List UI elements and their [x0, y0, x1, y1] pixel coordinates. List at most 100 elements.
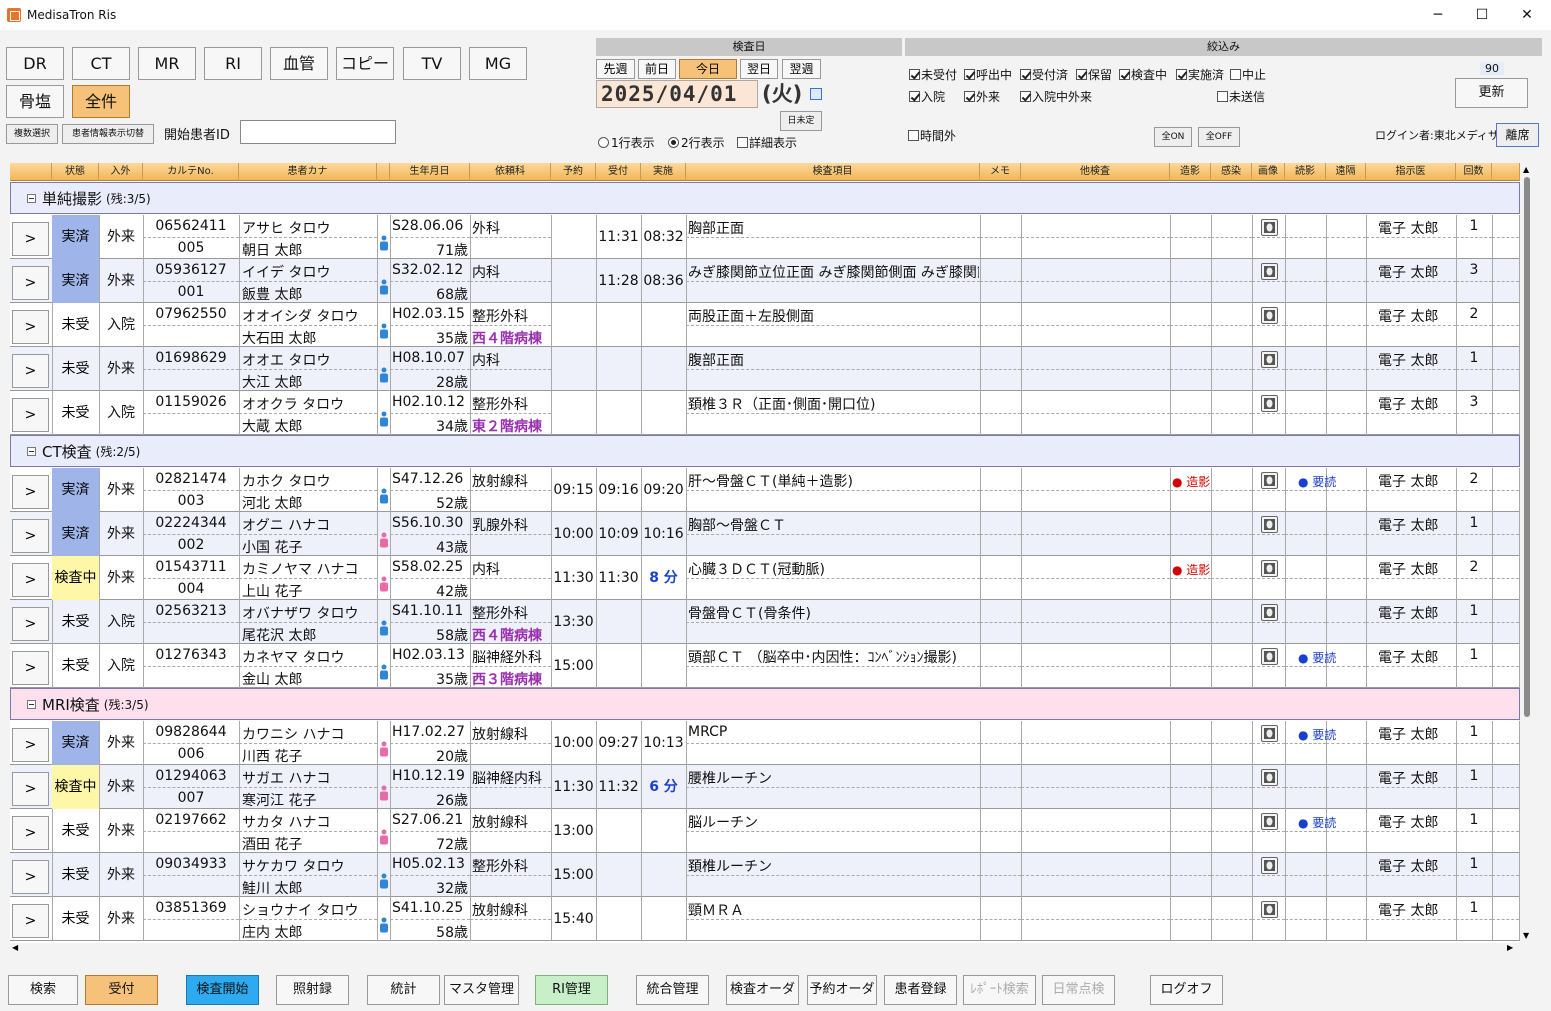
- table-row[interactable]: > 未受 外来 01698629 オオエ タロウ 大江 太郎 H08.10.07 28歳 内科 腹…: [10, 347, 1520, 391]
- table-row[interactable]: > 未受 入院 01159026 オオクラ タロウ 大蔵 太郎 H02.10.12 34歳 整形…: [10, 391, 1520, 435]
- date-undetermined-button[interactable]: 日未定: [780, 111, 822, 131]
- exam-order-button[interactable]: 検査オーダ: [726, 975, 799, 1005]
- modality-bmd-button[interactable]: 骨塩: [6, 85, 64, 118]
- row-open-button[interactable]: >: [12, 651, 49, 685]
- filter-status-checkbox[interactable]: 未受付: [909, 66, 957, 83]
- table-row[interactable]: > 実済 外来 02224344 002 オグニ ハナコ 小国 花子 S56.10.30 43歳…: [10, 512, 1520, 556]
- exam-date-field[interactable]: 2025/04/01: [596, 80, 758, 108]
- image-viewer-icon[interactable]: [1261, 263, 1278, 280]
- filter-all-on-button[interactable]: 全ON: [1154, 127, 1192, 147]
- prev-day-button[interactable]: 前日: [638, 59, 676, 79]
- modality-all-button[interactable]: 全件: [72, 85, 130, 118]
- table-row[interactable]: > 検査中 外来 01294063 007 サガエ ハナコ 寒河江 花子 H10.12.19 2…: [10, 765, 1520, 809]
- row-open-button[interactable]: >: [12, 222, 49, 256]
- scroll-down-icon[interactable]: ▼: [1523, 931, 1529, 940]
- refresh-button[interactable]: 更新: [1455, 78, 1528, 108]
- column-header[interactable]: 生年月日: [390, 163, 470, 181]
- modality-mr-button[interactable]: MR: [138, 47, 196, 80]
- patient-register-button[interactable]: 患者登録: [884, 975, 957, 1005]
- scroll-thumb[interactable]: [1524, 177, 1530, 717]
- table-row[interactable]: > 未受 外来 09034933 サケカワ タロウ 鮭川 太郎 H05.02.13 32歳 整形…: [10, 853, 1520, 897]
- filter-type-checkbox[interactable]: 入院: [909, 88, 945, 105]
- image-viewer-icon[interactable]: [1261, 516, 1278, 533]
- modality-tv-button[interactable]: TV: [403, 47, 461, 80]
- table-row[interactable]: > 未受 入院 07962550 オオイシダ タロウ 大石田 太郎 H02.03.15 35歳…: [10, 303, 1520, 347]
- column-header[interactable]: 受付: [596, 163, 641, 181]
- row-open-button[interactable]: >: [12, 563, 49, 597]
- group-header[interactable]: 単純撮影 (残:3/5): [10, 182, 1520, 214]
- unsent-checkbox[interactable]: 未送信: [1217, 88, 1265, 105]
- table-row[interactable]: > 実済 外来 05936127 001 イイデ タロウ 飯豊 太郎 S32.02.12 68歳…: [10, 259, 1520, 303]
- integrated-management-button[interactable]: 統合管理: [636, 975, 709, 1005]
- group-header[interactable]: MRI検査 (残:3/5): [10, 688, 1520, 720]
- column-header[interactable]: 遠隔: [1326, 163, 1366, 181]
- filter-status-checkbox[interactable]: 保留: [1076, 66, 1112, 83]
- table-row[interactable]: > 実済 外来 02821474 003 カホク タロウ 河北 太郎 S47.12.26 52歳…: [10, 468, 1520, 512]
- collapse-toggle-icon[interactable]: [27, 193, 36, 203]
- after-hours-checkbox[interactable]: 時間外: [908, 127, 956, 144]
- collapse-toggle-icon[interactable]: [27, 446, 36, 456]
- column-header[interactable]: メモ: [980, 163, 1021, 181]
- row-open-button[interactable]: >: [12, 728, 49, 762]
- one-line-display-radio[interactable]: 1行表示: [598, 134, 655, 151]
- image-viewer-icon[interactable]: [1261, 307, 1278, 324]
- table-row[interactable]: > 実済 外来 09828644 006 カワニシ ハナコ 川西 花子 H17.02.27 20…: [10, 721, 1520, 765]
- table-row[interactable]: > 検査中 外来 01543711 004 カミノヤマ ハナコ 上山 花子 S58.02.25…: [10, 556, 1520, 600]
- leave-seat-button[interactable]: 離席: [1496, 123, 1539, 147]
- scroll-right-icon[interactable]: ▶: [1507, 943, 1513, 952]
- column-header[interactable]: [1492, 163, 1520, 181]
- filter-status-checkbox[interactable]: 受付済: [1020, 66, 1068, 83]
- maximize-button[interactable]: ☐: [1462, 4, 1502, 26]
- column-header[interactable]: カルテNo.: [143, 163, 239, 181]
- column-header[interactable]: 予約: [551, 163, 596, 181]
- filter-all-off-button[interactable]: 全OFF: [1198, 127, 1240, 147]
- image-viewer-icon[interactable]: [1261, 901, 1278, 918]
- image-viewer-icon[interactable]: [1261, 813, 1278, 830]
- table-row[interactable]: > 実済 外来 06562411 005 アサヒ タロウ 朝日 太郎 S28.06.06 71歳…: [10, 215, 1520, 259]
- multi-select-button[interactable]: 複数選択: [6, 124, 58, 144]
- row-open-button[interactable]: >: [12, 816, 49, 850]
- row-open-button[interactable]: >: [12, 266, 49, 300]
- master-management-button[interactable]: マスタ管理: [444, 975, 519, 1005]
- prev-week-button[interactable]: 先週: [596, 59, 635, 79]
- two-line-display-radio[interactable]: 2行表示: [668, 134, 725, 151]
- modality-dr-button[interactable]: DR: [6, 47, 64, 80]
- column-header[interactable]: 状態: [52, 163, 99, 181]
- modality-ct-button[interactable]: CT: [72, 47, 130, 80]
- reception-button[interactable]: 受付: [85, 975, 158, 1005]
- row-open-button[interactable]: >: [12, 904, 49, 938]
- next-day-button[interactable]: 翌日: [740, 59, 778, 79]
- row-open-button[interactable]: >: [12, 310, 49, 344]
- filter-type-checkbox[interactable]: 外来: [964, 88, 1000, 105]
- minimize-button[interactable]: ─: [1418, 4, 1458, 26]
- search-button[interactable]: 検索: [8, 975, 78, 1005]
- exam-start-button[interactable]: 検査開始: [186, 975, 259, 1005]
- image-viewer-icon[interactable]: [1261, 219, 1278, 236]
- row-open-button[interactable]: >: [12, 772, 49, 806]
- table-row[interactable]: > 未受 外来 02197662 サカタ ハナコ 酒田 花子 S27.06.21 72歳 放射線…: [10, 809, 1520, 853]
- column-header[interactable]: 画像: [1252, 163, 1285, 181]
- group-header[interactable]: CT検査 (残:2/5): [10, 435, 1520, 467]
- start-patient-id-input[interactable]: [240, 120, 396, 144]
- horizontal-scrollbar[interactable]: ◀ ▶: [10, 943, 1520, 955]
- filter-type-checkbox[interactable]: 入院中外来: [1020, 88, 1092, 105]
- row-open-button[interactable]: >: [12, 519, 49, 553]
- table-row[interactable]: > 未受 外来 03851369 ショウナイ タロウ 庄内 太郎 S41.10.25 58歳放…: [10, 897, 1520, 941]
- column-header[interactable]: 依頼科: [470, 163, 551, 181]
- column-header[interactable]: 入外: [99, 163, 143, 181]
- column-header[interactable]: 造影: [1170, 163, 1211, 181]
- ri-management-button[interactable]: RI管理: [535, 975, 608, 1005]
- scroll-left-icon[interactable]: ◀: [12, 943, 18, 952]
- statistics-button[interactable]: 統計: [367, 975, 440, 1005]
- modality-angio-button[interactable]: 血管: [270, 47, 328, 80]
- filter-status-checkbox[interactable]: 呼出中: [964, 66, 1012, 83]
- filter-status-checkbox[interactable]: 中止: [1230, 66, 1266, 83]
- vertical-scrollbar[interactable]: ▲ ▼: [1521, 163, 1533, 943]
- column-header[interactable]: 指示医: [1366, 163, 1456, 181]
- image-viewer-icon[interactable]: [1261, 648, 1278, 665]
- filter-status-checkbox[interactable]: 実施済: [1176, 66, 1224, 83]
- row-open-button[interactable]: >: [12, 860, 49, 894]
- image-viewer-icon[interactable]: [1261, 857, 1278, 874]
- reservation-order-button[interactable]: 予約オーダ: [807, 975, 877, 1005]
- table-row[interactable]: > 未受 入院 02563213 オバナザワ タロウ 尾花沢 太郎 S41.10.11 58歳…: [10, 600, 1520, 644]
